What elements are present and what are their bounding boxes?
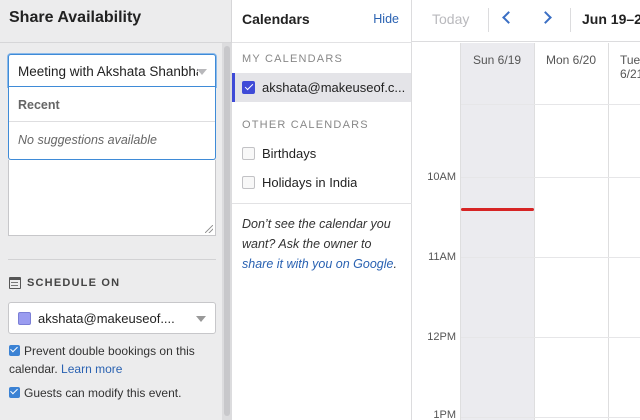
toolbar-separator: [488, 8, 489, 32]
day-column-divider: [534, 43, 535, 420]
week-grid[interactable]: Sun 6/19 Mon 6/20 Tue 6/21 10AM 11AM 12P…: [412, 43, 640, 420]
time-gutter-line: [460, 43, 461, 420]
calendar-item-label: Birthdays: [262, 146, 317, 161]
toolbar-separator: [570, 8, 571, 32]
calendar-color-swatch: [18, 312, 31, 325]
divider: [232, 203, 412, 204]
hour-line: [461, 104, 640, 105]
calendars-panel: Calendars Hide MY CALENDARS akshata@make…: [232, 0, 412, 420]
hour-label: 11AM: [428, 251, 456, 263]
day-header[interactable]: Mon 6/20: [546, 53, 596, 67]
resize-handle-icon[interactable]: [205, 225, 213, 233]
chevron-left-icon[interactable]: [502, 11, 515, 24]
calendar-toolbar: Today Jun 19–25: [412, 0, 640, 42]
prevent-double-bookings-option[interactable]: Prevent double bookings on this calendar…: [9, 342, 209, 378]
prevent-double-bookings-checkbox[interactable]: [9, 345, 20, 356]
suggestions-section-label: Recent: [18, 98, 60, 112]
calendar-item-akshata[interactable]: akshata@makeuseof.c...: [232, 73, 411, 102]
note-text: Don’t see the calendar you want? Ask the…: [242, 217, 391, 251]
calendar-item-label: Holidays in India: [262, 175, 358, 190]
calendar-icon: [9, 277, 21, 289]
share-availability-panel: Share Availability Meeting with Akshata …: [0, 0, 232, 420]
calendars-title: Calendars: [242, 11, 310, 27]
schedule-on-label: SCHEDULE ON: [27, 277, 121, 289]
calendar-checkbox[interactable]: [242, 81, 255, 94]
hour-label: 10AM: [427, 171, 456, 183]
date-range-label: Jun 19–25: [582, 11, 640, 27]
guests-modify-option[interactable]: Guests can modify this event.: [9, 384, 181, 402]
hour-line: [461, 417, 640, 418]
no-suggestions-text: No suggestions available: [18, 133, 157, 147]
chevron-right-icon[interactable]: [539, 11, 552, 24]
divider: [8, 259, 216, 260]
calendar-checkbox[interactable]: [242, 176, 255, 189]
hour-line: [461, 177, 640, 178]
share-with-google-link[interactable]: share it with you on Google: [242, 257, 393, 271]
current-time-indicator: [461, 208, 534, 211]
calendar-view: Today Jun 19–25 Sun 6/19 Mon 6/20 Tue 6/…: [412, 0, 640, 420]
event-name-value[interactable]: Meeting with Akshata Shanbhag: [18, 64, 198, 79]
hour-label: 1PM: [433, 409, 456, 420]
current-day-column: [461, 43, 534, 420]
note-end: .: [393, 257, 397, 271]
calendar-item-birthdays[interactable]: Birthdays: [232, 139, 411, 168]
calendar-item-holidays[interactable]: Holidays in India: [232, 168, 411, 197]
chevron-down-icon[interactable]: [197, 69, 207, 75]
day-header[interactable]: Tue 6/21: [620, 53, 640, 81]
calendar-checkbox[interactable]: [242, 147, 255, 160]
other-calendars-label: OTHER CALENDARS: [242, 119, 369, 131]
event-name-input[interactable]: Meeting with Akshata Shanbhag: [8, 54, 216, 87]
divider: [0, 42, 232, 43]
today-button[interactable]: Today: [432, 11, 469, 27]
schedule-calendar-select[interactable]: akshata@makeuseof....: [8, 302, 216, 334]
notes-textarea[interactable]: [8, 160, 216, 236]
hour-line: [461, 257, 640, 258]
schedule-calendar-value: akshata@makeuseof....: [38, 311, 175, 326]
my-calendars-label: MY CALENDARS: [242, 53, 343, 65]
hide-calendars-link[interactable]: Hide: [373, 12, 399, 26]
schedule-on-header: SCHEDULE ON: [9, 277, 120, 289]
suggestions-dropdown: Recent No suggestions available: [8, 87, 216, 160]
scrollbar-thumb[interactable]: [224, 46, 230, 416]
learn-more-link[interactable]: Learn more: [61, 362, 122, 376]
calendar-item-label: akshata@makeuseof.c...: [262, 80, 406, 95]
panel-title: Share Availability: [9, 9, 142, 26]
day-header[interactable]: Sun 6/19: [473, 53, 521, 67]
hour-line: [461, 337, 640, 338]
chevron-down-icon: [196, 316, 206, 322]
divider: [9, 121, 215, 122]
share-calendar-note: Don’t see the calendar you want? Ask the…: [242, 214, 404, 274]
divider: [232, 42, 412, 43]
guests-modify-label: Guests can modify this event.: [24, 386, 182, 400]
guests-modify-checkbox[interactable]: [9, 387, 20, 398]
day-column-divider: [608, 43, 609, 420]
hour-label: 12PM: [427, 331, 456, 343]
